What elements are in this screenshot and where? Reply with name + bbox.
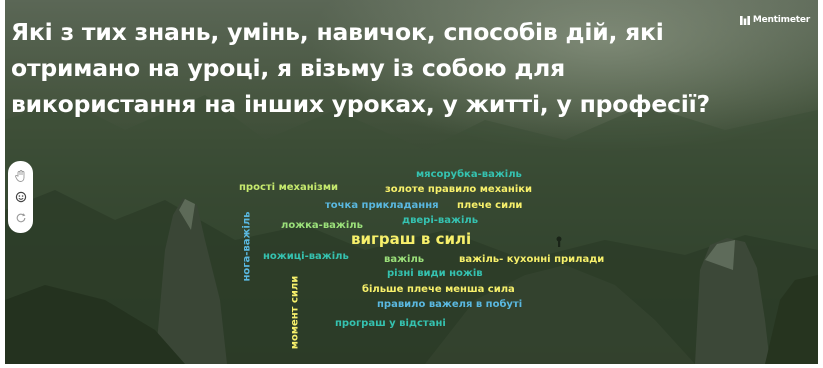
reactions-button[interactable]	[14, 190, 28, 204]
word-cloud-item: ножиці-важіль	[263, 251, 349, 262]
word-cloud-item: двері-важіль	[402, 215, 479, 226]
word-cloud-item: прості механізми	[239, 182, 339, 193]
word-cloud-item: момент сили	[289, 275, 301, 350]
presentation-slide: Які з тих знань, умінь, навичок, способі…	[5, 0, 818, 364]
logo-text: Mentimeter	[752, 15, 810, 25]
word-cloud-item: плече сили	[457, 200, 523, 211]
word-cloud-item: точка прикладання	[325, 200, 439, 211]
word-cloud-item: виграш в силі	[351, 230, 472, 248]
question-title: Які з тих знань, умінь, навичок, способі…	[11, 18, 710, 118]
word-cloud-item: мясорубка-важіль	[416, 169, 522, 180]
side-controls	[8, 161, 33, 233]
word-cloud-item: золоте правило механіки	[385, 184, 533, 195]
word-cloud-item: нога-важіль	[241, 211, 253, 282]
word-cloud-item: більше плече менша сила	[362, 284, 515, 295]
word-cloud-item: програш у відстані	[335, 318, 446, 329]
word-cloud-item: важіль- кухонні прилади	[459, 254, 605, 265]
hand-icon	[15, 169, 25, 182]
word-cloud-item: важіль	[384, 254, 425, 265]
mentimeter-logo: Mentimeter	[739, 15, 810, 25]
reactions-icon	[15, 191, 26, 203]
word-cloud-item: правило важеля в побуті	[377, 299, 523, 310]
refresh-button[interactable]	[14, 211, 28, 225]
hand-button[interactable]	[14, 169, 28, 183]
mentimeter-logo-icon	[739, 15, 750, 25]
refresh-icon	[16, 213, 25, 223]
word-cloud-item: різні види ножів	[387, 268, 483, 279]
